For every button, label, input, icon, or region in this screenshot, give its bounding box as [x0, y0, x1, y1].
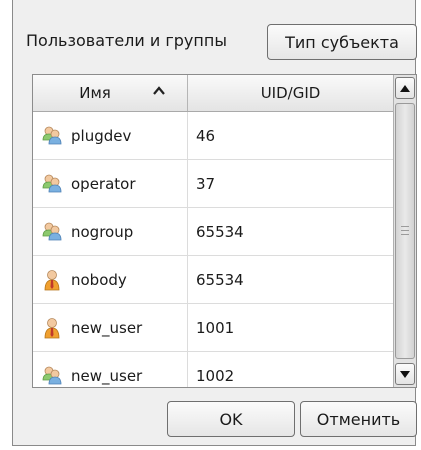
uid-cell: 46 [196, 126, 216, 145]
name-cell: nogroup [33, 208, 188, 255]
uid-cell: 1002 [196, 366, 235, 385]
arrow-down-icon [400, 370, 410, 378]
user-icon [41, 269, 63, 291]
scroll-down-button[interactable] [395, 363, 415, 385]
group-users-icon [41, 173, 63, 195]
scroll-up-button[interactable] [395, 77, 415, 99]
name-text: plugdev [71, 126, 132, 145]
thumb-grip-line [401, 230, 409, 231]
scrollbar-thumb[interactable] [395, 103, 415, 359]
name-text: nogroup [71, 222, 134, 241]
column-header-uid[interactable]: UID/GID [188, 75, 393, 111]
table-header: Имя UID/GID [33, 75, 393, 112]
column-header-name[interactable]: Имя [33, 75, 188, 111]
group-users-icon [41, 125, 63, 147]
name-cell: operator [33, 160, 188, 207]
group-users-icon [41, 221, 63, 243]
uid-cell: 65534 [196, 270, 244, 289]
column-header-uid-label: UID/GID [260, 84, 321, 102]
sort-ascending-icon [153, 86, 165, 95]
ok-button[interactable]: OK [167, 401, 295, 437]
uid-cell: 37 [196, 174, 216, 193]
name-cell: nobody [33, 256, 188, 303]
table-row[interactable]: nogroup 65534 [33, 208, 393, 256]
thumb-grip-line [401, 226, 409, 227]
users-groups-dialog: Пользователи и группы Тип субъекта Имя U… [12, 0, 417, 446]
name-text: new_user [71, 318, 143, 337]
table-row[interactable]: new_user 1001 [33, 304, 393, 352]
name-text: new_user [71, 366, 143, 385]
uid-cell: 1001 [196, 318, 235, 337]
table-row[interactable]: nobody 65534 [33, 256, 393, 304]
column-header-name-label: Имя [79, 84, 111, 102]
name-cell: new_user [33, 304, 188, 351]
thumb-grip-line [401, 234, 409, 235]
uid-cell: 65534 [196, 222, 244, 241]
group-users-icon [41, 365, 63, 387]
subject-type-button[interactable]: Тип субъекта [267, 24, 417, 60]
arrow-up-icon [400, 84, 410, 92]
table-body: plugdev 46 operator 37 nogroup 65534 nobody 655… [33, 112, 393, 387]
name-text: nobody [71, 270, 127, 289]
cancel-button[interactable]: Отменить [300, 401, 417, 437]
table-row[interactable]: plugdev 46 [33, 112, 393, 160]
name-cell: new_user [33, 352, 188, 387]
users-groups-table[interactable]: Имя UID/GID plugdev 46 operator 37 nogroup 65… [32, 74, 417, 388]
table-row[interactable]: new_user 1002 [33, 352, 393, 387]
table-row[interactable]: operator 37 [33, 160, 393, 208]
user-icon [41, 317, 63, 339]
name-text: operator [71, 174, 136, 193]
name-cell: plugdev [33, 112, 188, 159]
vertical-scrollbar[interactable] [393, 75, 416, 387]
users-groups-label: Пользователи и группы [26, 31, 227, 50]
